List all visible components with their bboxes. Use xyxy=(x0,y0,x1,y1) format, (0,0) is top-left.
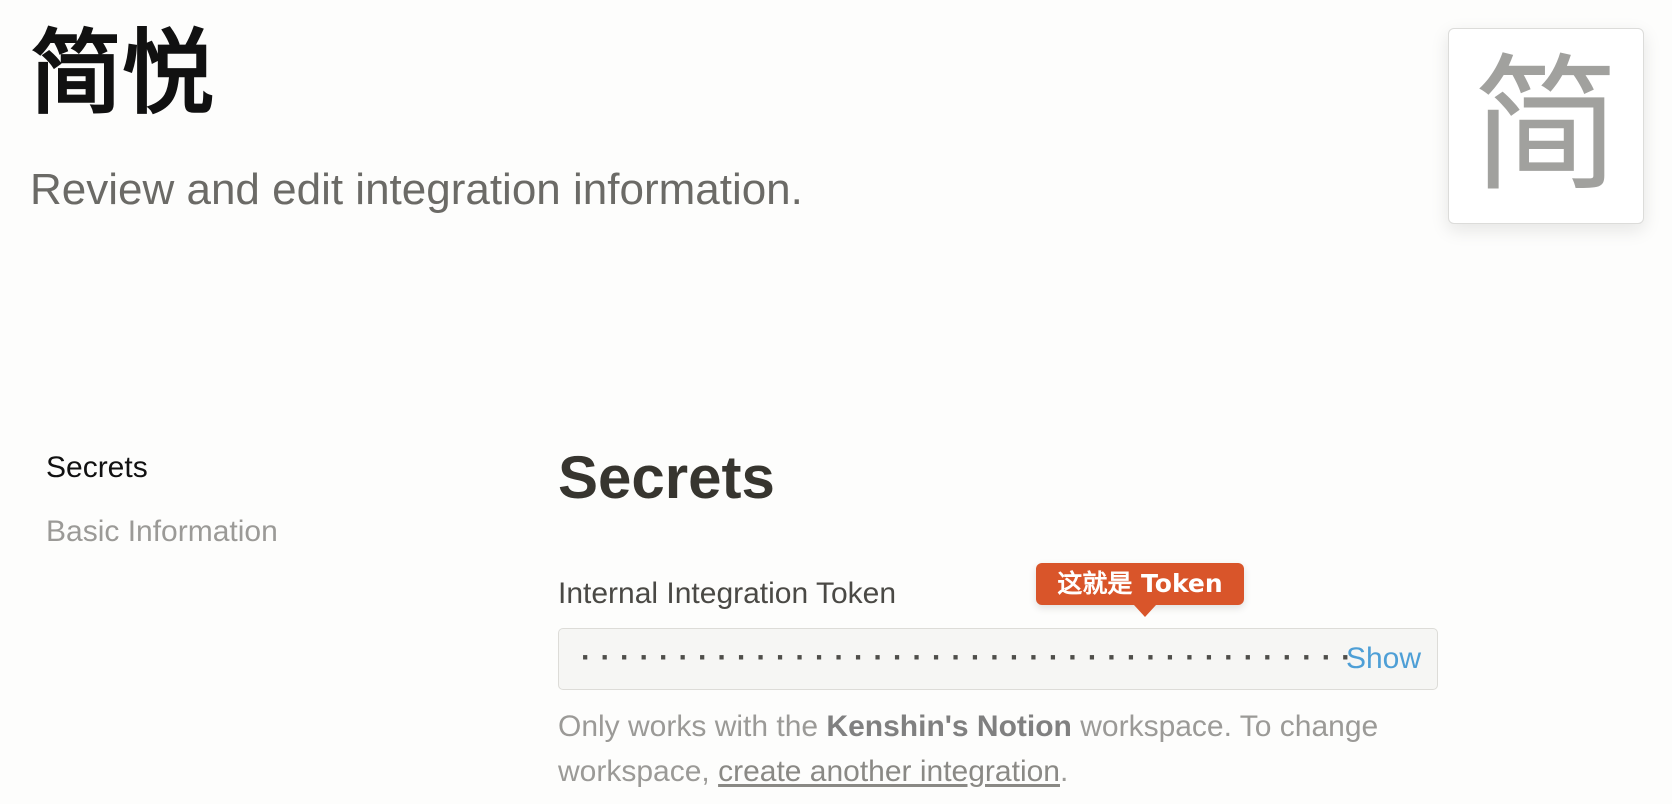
help-text-suffix: . xyxy=(1059,755,1069,788)
settings-sidebar: Secrets Basic Information xyxy=(46,448,278,576)
show-token-button[interactable]: Show xyxy=(1346,629,1421,689)
token-callout: 这就是 Token xyxy=(1036,563,1244,605)
page-subtitle: Review and edit integration information. xyxy=(30,165,803,214)
token-masked-value: ········································ xyxy=(581,641,1361,674)
sidebar-item-basic-information[interactable]: Basic Information xyxy=(46,512,278,552)
workspace-name: Kenshin's Notion xyxy=(826,710,1072,743)
integration-name: 简悦 xyxy=(30,20,215,127)
callout-pointer xyxy=(1134,605,1156,617)
help-text-prefix: Only works with the xyxy=(558,710,827,743)
section-title: Secrets xyxy=(558,444,775,511)
token-field-label: Internal Integration Token xyxy=(558,577,897,610)
sidebar-item-secrets[interactable]: Secrets xyxy=(46,448,278,488)
integration-icon-glyph: 简 xyxy=(1472,40,1620,212)
token-field[interactable]: ········································… xyxy=(558,628,1438,690)
integration-settings-page: 简悦 Review and edit integration informati… xyxy=(0,0,1672,804)
create-integration-link[interactable]: create another integration xyxy=(718,755,1060,788)
integration-icon[interactable]: 简 xyxy=(1448,28,1644,224)
token-help-text: Only works with the Kenshin's Notion wor… xyxy=(558,704,1438,794)
